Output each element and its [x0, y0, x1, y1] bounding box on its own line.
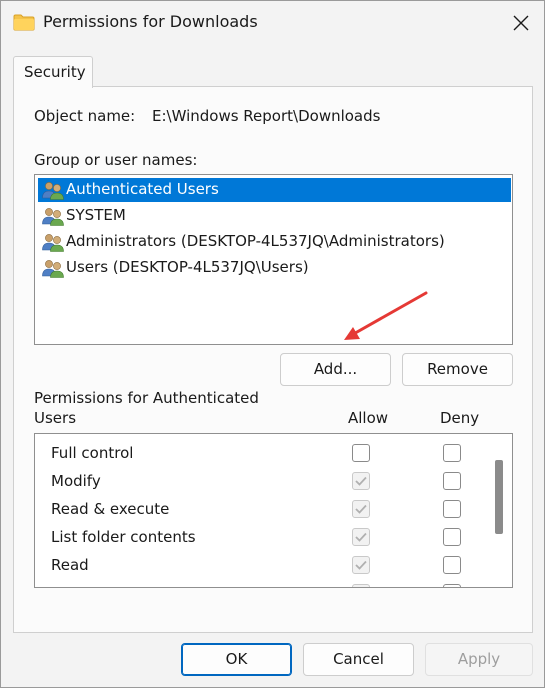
allow-checkbox[interactable] — [352, 500, 370, 518]
ok-button-label: OK — [225, 650, 248, 668]
checkmark-icon — [355, 532, 367, 542]
annotation-arrow-icon — [344, 291, 428, 340]
permission-name: Read — [51, 556, 89, 574]
deny-checkbox[interactable] — [443, 472, 461, 490]
group-names-label: Group or user names: — [34, 151, 198, 169]
add-button[interactable]: Add... — [280, 353, 391, 386]
permissions-dialog: Permissions for Downloads Security Objec… — [0, 0, 545, 688]
apply-button[interactable]: Apply — [425, 643, 533, 676]
table-row: Full control — [35, 439, 490, 467]
deny-column-header: Deny — [440, 409, 480, 427]
list-item-label: Administrators (DESKTOP-4L537JQ\Administ… — [66, 232, 445, 250]
user-group-icon — [42, 260, 64, 278]
scrollbar-thumb[interactable] — [495, 460, 503, 534]
allow-checkbox[interactable] — [352, 556, 370, 574]
table-row-partial — [35, 579, 490, 587]
permissions-label-line2: Users — [34, 409, 77, 427]
title-bar: Permissions for Downloads — [1, 1, 544, 45]
scrollbar[interactable] — [493, 434, 511, 587]
permissions-label-line1: Permissions for Authenticated — [34, 389, 259, 407]
table-row: List folder contents — [35, 523, 490, 551]
object-name-value: E:\Windows Report\Downloads — [152, 107, 381, 125]
cancel-button-label: Cancel — [333, 650, 384, 668]
deny-checkbox[interactable] — [443, 584, 461, 587]
list-item-label: SYSTEM — [66, 206, 126, 224]
object-name-label: Object name: — [34, 107, 136, 125]
list-item-label: Authenticated Users — [66, 180, 219, 198]
add-button-label: Add... — [313, 360, 358, 378]
permissions-list[interactable]: Full control Modify Read & execute List … — [34, 433, 513, 588]
deny-checkbox[interactable] — [443, 444, 461, 462]
close-button[interactable] — [498, 1, 544, 45]
table-row: Modify — [35, 467, 490, 495]
user-group-icon — [42, 234, 64, 252]
allow-checkbox[interactable] — [352, 472, 370, 490]
remove-button-label: Remove — [427, 360, 488, 378]
checkmark-icon — [355, 476, 367, 486]
ok-button[interactable]: OK — [181, 643, 292, 676]
apply-button-label: Apply — [457, 650, 501, 668]
list-item[interactable]: Users (DESKTOP-4L537JQ\Users) — [38, 256, 511, 280]
user-group-icon — [42, 208, 64, 226]
allow-column-header: Allow — [348, 409, 389, 427]
tab-security[interactable]: Security — [13, 56, 93, 88]
user-group-icon — [42, 182, 64, 200]
close-icon — [513, 15, 529, 31]
permission-name: Modify — [51, 472, 101, 490]
list-item[interactable]: Authenticated Users — [38, 178, 511, 202]
table-row: Read & execute — [35, 495, 490, 523]
checkmark-icon — [355, 504, 367, 514]
allow-checkbox[interactable] — [352, 584, 370, 587]
permission-name: Full control — [51, 444, 134, 462]
tab-label: Security — [24, 63, 86, 81]
window-title: Permissions for Downloads — [43, 12, 258, 31]
remove-button[interactable]: Remove — [402, 353, 513, 386]
allow-checkbox[interactable] — [352, 528, 370, 546]
permission-name: Read & execute — [51, 500, 170, 518]
cancel-button[interactable]: Cancel — [303, 643, 414, 676]
checkmark-icon — [355, 560, 367, 570]
deny-checkbox[interactable] — [443, 500, 461, 518]
deny-checkbox[interactable] — [443, 556, 461, 574]
list-item[interactable]: Administrators (DESKTOP-4L537JQ\Administ… — [38, 230, 511, 254]
list-item-label: Users (DESKTOP-4L537JQ\Users) — [66, 258, 309, 276]
deny-checkbox[interactable] — [443, 528, 461, 546]
permission-name: List folder contents — [51, 528, 196, 546]
list-item[interactable]: SYSTEM — [38, 204, 511, 228]
allow-checkbox[interactable] — [352, 444, 370, 462]
users-listbox[interactable]: Authenticated Users SYSTEM Administrator… — [34, 174, 513, 345]
table-row: Read — [35, 551, 490, 579]
folder-icon — [13, 14, 35, 31]
